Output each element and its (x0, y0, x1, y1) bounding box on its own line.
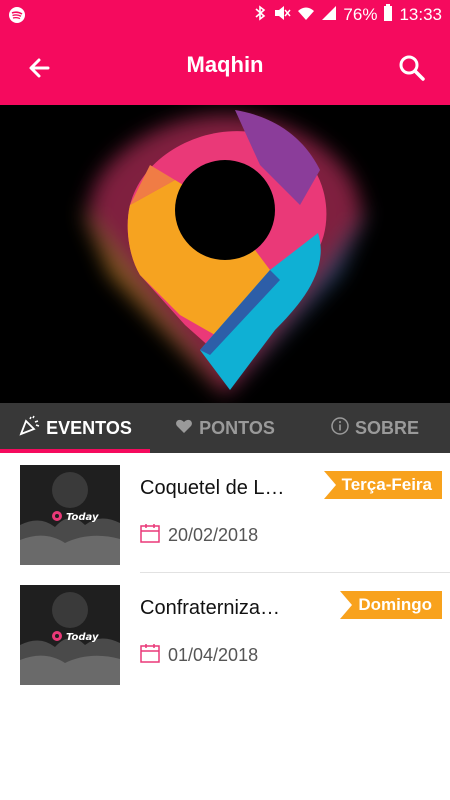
event-date-row: 20/02/2018 (140, 523, 258, 548)
event-date: 20/02/2018 (168, 525, 259, 545)
tab-sobre-label: SOBRE (354, 417, 419, 438)
tab-pontos[interactable]: PONTOS (150, 403, 300, 453)
tab-eventos[interactable]: EVENTOS (0, 403, 150, 453)
search-icon[interactable] (396, 52, 428, 84)
thumb-brand-text: Today (66, 632, 99, 643)
event-list: Today Coquetel de L… 20/02/2018 Terça-Fe… (0, 453, 450, 693)
event-title: Confraterniza… (140, 597, 281, 619)
tab-bar: EVENTOS PONTOS SOBRE (0, 403, 450, 453)
day-badge: Domingo (340, 591, 442, 619)
info-icon (331, 416, 349, 440)
event-title: Coquetel de L… (140, 477, 285, 499)
tab-sobre[interactable]: SOBRE (300, 403, 450, 453)
mute-icon (273, 4, 291, 27)
calendar-icon (140, 523, 160, 548)
tab-eventos-label: EVENTOS (46, 417, 132, 438)
event-date: 01/04/2018 (168, 645, 259, 665)
calendar-icon (140, 643, 160, 668)
battery-icon (383, 3, 393, 27)
signal-icon (321, 5, 337, 26)
bluetooth-icon (253, 4, 267, 27)
map-pin-logo-icon (80, 110, 370, 395)
clock-text: 13:33 (399, 5, 442, 24)
battery-text: 76% (343, 5, 378, 24)
event-thumbnail: Today (20, 585, 120, 685)
event-date-row: 01/04/2018 (140, 643, 258, 668)
app-bar: Maqhin (0, 30, 450, 105)
thumb-brand-text: Today (66, 512, 99, 523)
tab-pontos-label: PONTOS (199, 417, 275, 438)
wifi-icon (297, 4, 315, 27)
list-item[interactable]: Today Confraterniza… 01/04/2018 Domingo (0, 573, 450, 693)
event-thumbnail: Today (20, 465, 120, 565)
status-bar: 76% 13:33 (0, 0, 450, 30)
heart-icon (175, 417, 193, 440)
list-item[interactable]: Today Coquetel de L… 20/02/2018 Terça-Fe… (0, 453, 450, 573)
party-popper-icon (18, 415, 40, 442)
hero-banner (0, 105, 450, 403)
spotify-icon (8, 6, 26, 24)
day-badge: Terça-Feira (323, 471, 442, 499)
page-title: Maqhin (186, 52, 264, 77)
